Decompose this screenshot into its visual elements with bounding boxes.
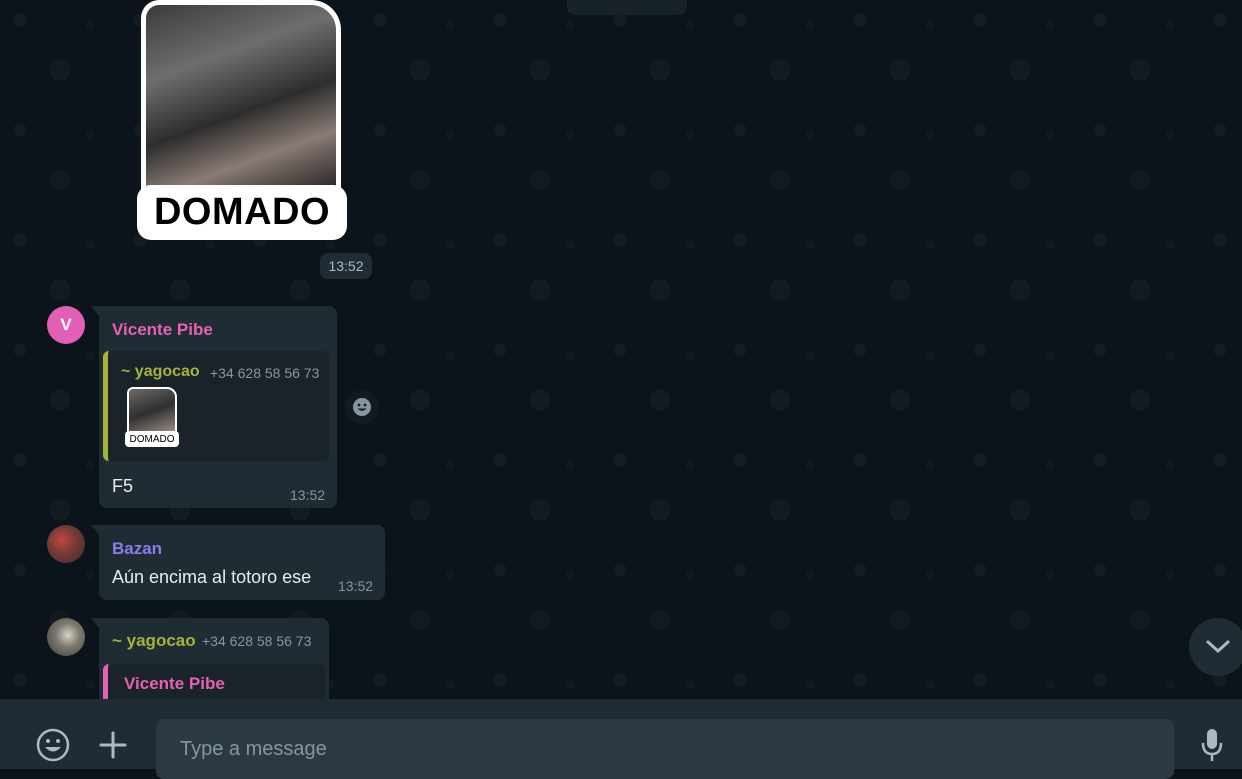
avatar[interactable]: [47, 525, 85, 563]
plus-icon[interactable]: [93, 725, 133, 765]
sticker-image: [141, 0, 341, 195]
sender-phone: +34 628 58 56 73: [202, 633, 312, 649]
chat-area: DOMADO 13:52 V Vicente Pibe ~ yagocao +3…: [0, 0, 1242, 699]
message-input-box[interactable]: [156, 719, 1174, 779]
sender-name[interactable]: ~ yagocao: [112, 631, 196, 651]
sticker-caption: DOMADO: [137, 185, 347, 240]
quote-sticker-image: [127, 387, 177, 435]
message-text: F5: [112, 476, 134, 496]
message-bubble[interactable]: Bazan Aún encima al totoro ese 13:52: [91, 525, 385, 600]
sticker-message[interactable]: DOMADO: [137, 0, 347, 240]
avatar[interactable]: [47, 618, 85, 656]
quote-phone: +34 628 58 56 73: [210, 365, 320, 381]
chevron-down-icon[interactable]: [1189, 618, 1242, 676]
message-input[interactable]: [178, 733, 1142, 765]
quoted-message[interactable]: Vicente Pibe: [103, 664, 325, 699]
react-emoji-icon[interactable]: [345, 390, 379, 424]
sender-name[interactable]: Vicente Pibe: [112, 320, 213, 340]
message-bubble[interactable]: Vicente Pibe ~ yagocao +34 628 58 56 73 …: [91, 306, 337, 508]
quoted-message[interactable]: ~ yagocao +34 628 58 56 73 DOMADO: [103, 351, 329, 461]
message-time: 13:52: [290, 487, 326, 503]
date-chip: [567, 0, 687, 15]
quote-author: ~ yagocao: [121, 363, 200, 380]
quote-author: Vicente Pibe: [124, 674, 225, 693]
message-bubble[interactable]: ~ yagocao +34 628 58 56 73 Vicente Pibe: [91, 618, 329, 699]
sticker-time: 13:52: [320, 253, 372, 279]
message-time: 13:52: [338, 578, 374, 594]
mic-icon[interactable]: [1192, 725, 1232, 765]
sender-name[interactable]: Bazan: [112, 539, 162, 559]
avatar[interactable]: V: [47, 306, 85, 344]
emoji-icon[interactable]: [33, 725, 73, 765]
quote-sticker-caption: DOMADO: [125, 431, 179, 447]
composer-bar: [0, 699, 1242, 779]
quote-sticker-thumbnail: DOMADO: [125, 387, 179, 447]
message-text: Aún encima al totoro ese: [112, 567, 312, 587]
